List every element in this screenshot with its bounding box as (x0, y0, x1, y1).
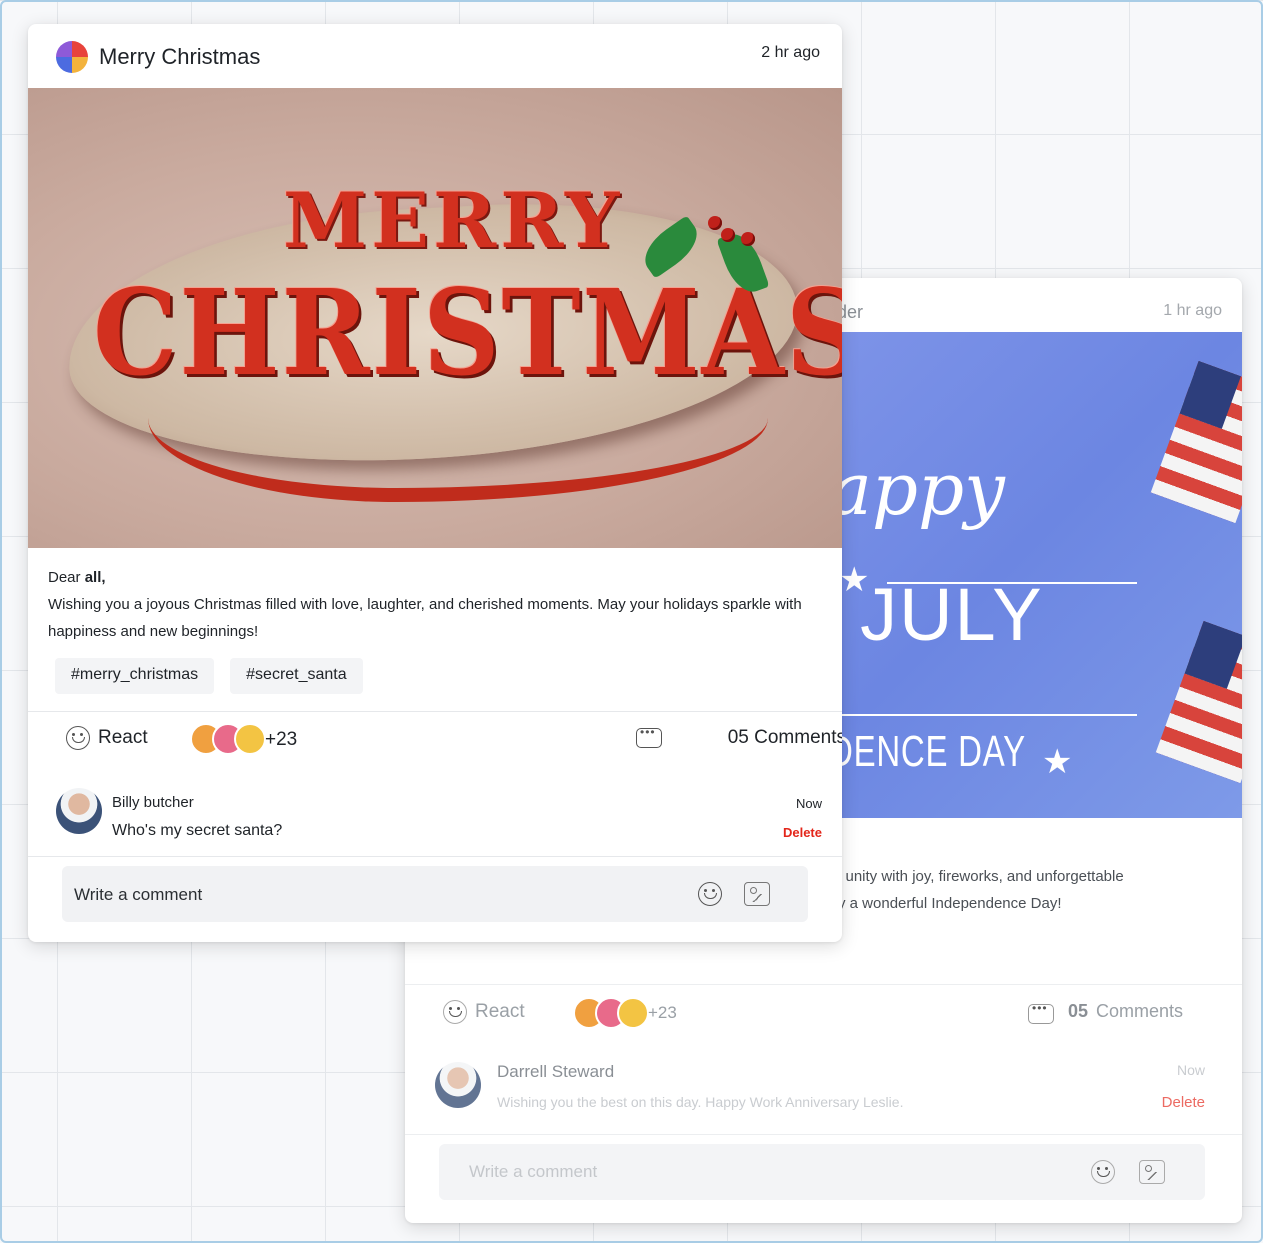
star-icon: ★ (1042, 743, 1073, 781)
comment-author: Darrell Steward (497, 1062, 615, 1081)
comment-author: Billy butcher (112, 794, 194, 811)
berry-icon (708, 216, 722, 230)
post-card-merry-christmas: Merry Christmas 2 hr ago MERRY CHRISTMAS… (28, 24, 842, 942)
divider (405, 984, 1242, 985)
comment-input-placeholder: Write a comment (469, 1162, 598, 1181)
avatar (435, 1062, 481, 1108)
post-image: appy ★ f JULY DENCE DAY ★ (837, 332, 1242, 818)
greeting: Dear all, (48, 564, 818, 591)
react-count: +23 (648, 1003, 677, 1022)
greeting-prefix: Dear (48, 569, 85, 586)
post-time: 2 hr ago (761, 44, 820, 61)
comment-input[interactable]: Write a comment (62, 866, 808, 922)
smile-icon (66, 726, 90, 750)
image-text-independence: DENCE DAY (837, 727, 1026, 776)
berry-icon (721, 228, 735, 242)
reaction-emojis (190, 723, 266, 755)
divider (28, 711, 842, 712)
image-text-happy: appy (837, 447, 1005, 531)
react-label: React (475, 1001, 525, 1022)
post-title: Merry Christmas (99, 44, 261, 69)
post-body-line: y a wonderful Independence Day! (838, 895, 1062, 912)
reaction-emojis (573, 997, 649, 1029)
react-count: +23 (265, 729, 298, 750)
emoji-picker-icon[interactable] (1091, 1160, 1115, 1184)
avatar (56, 788, 102, 834)
image-text-july: f JULY (837, 573, 1044, 656)
image-text-christmas: CHRISTMAS (93, 263, 842, 402)
react-button[interactable]: React (66, 726, 148, 750)
comments-count[interactable]: 05 Comments (728, 727, 842, 749)
decor-line (837, 714, 1137, 716)
greeting-bold: all, (84, 569, 106, 586)
image-text-merry: MERRY (283, 176, 624, 265)
smile-icon (443, 1000, 467, 1024)
flag-icon (1150, 360, 1242, 524)
divider (28, 856, 842, 857)
comment-time: Now (1176, 1062, 1205, 1078)
post-message: Wishing you a joyous Christmas filled wi… (48, 596, 802, 640)
flag-icon (1155, 620, 1242, 784)
comment-input[interactable]: Write a comment (439, 1144, 1205, 1200)
emoji-picker-icon[interactable] (698, 882, 722, 906)
divider (405, 1134, 1242, 1135)
comment-icon[interactable] (1028, 1001, 1054, 1024)
delete-comment-button[interactable]: Delete (783, 825, 822, 840)
delete-comment-button[interactable]: Delete (1162, 1094, 1205, 1111)
post-image: MERRY CHRISTMAS (28, 88, 842, 548)
tag-secret-santa[interactable]: #secret_santa (230, 658, 363, 694)
react-label: React (98, 727, 148, 748)
post-header: Merry Christmas 2 hr ago (28, 24, 842, 88)
comment-text: Wishing you the best on this day. Happy … (497, 1094, 904, 1110)
react-button[interactable]: React (443, 1000, 525, 1024)
post-body-line: l unity with joy, fireworks, and unforge… (838, 868, 1124, 885)
tag-merry-christmas[interactable]: #merry_christmas (55, 658, 215, 694)
emoji-icon (617, 997, 649, 1029)
group-logo-icon (56, 41, 88, 73)
emoji-icon (234, 723, 266, 755)
post-actions: React +23 05 Comments (66, 723, 842, 758)
comment-text: Who's my secret santa? (112, 822, 283, 839)
comments-label[interactable]: Comments (1096, 1001, 1183, 1022)
post-body: Dear all, Wishing you a joyous Christmas… (48, 564, 818, 645)
comment-time: Now (795, 796, 822, 811)
comment-item: Darrell Steward Wishing you the best on … (435, 1062, 1205, 1122)
berry-icon (741, 232, 755, 246)
comment-icon[interactable] (636, 725, 662, 748)
tag-list: #merry_christmas #secret_santa (55, 658, 379, 694)
comment-item: Billy butcher Who's my secret santa? Now… (56, 788, 822, 850)
attach-image-icon[interactable] (1139, 1160, 1165, 1184)
comments-number: 05 (1068, 1001, 1089, 1021)
comment-input-placeholder: Write a comment (74, 885, 203, 904)
post-time: 1 hr ago (1163, 302, 1222, 319)
post-actions: React +23 05 Comments (443, 997, 1203, 1030)
attach-image-icon[interactable] (744, 882, 770, 906)
decor-swoosh (148, 418, 768, 502)
